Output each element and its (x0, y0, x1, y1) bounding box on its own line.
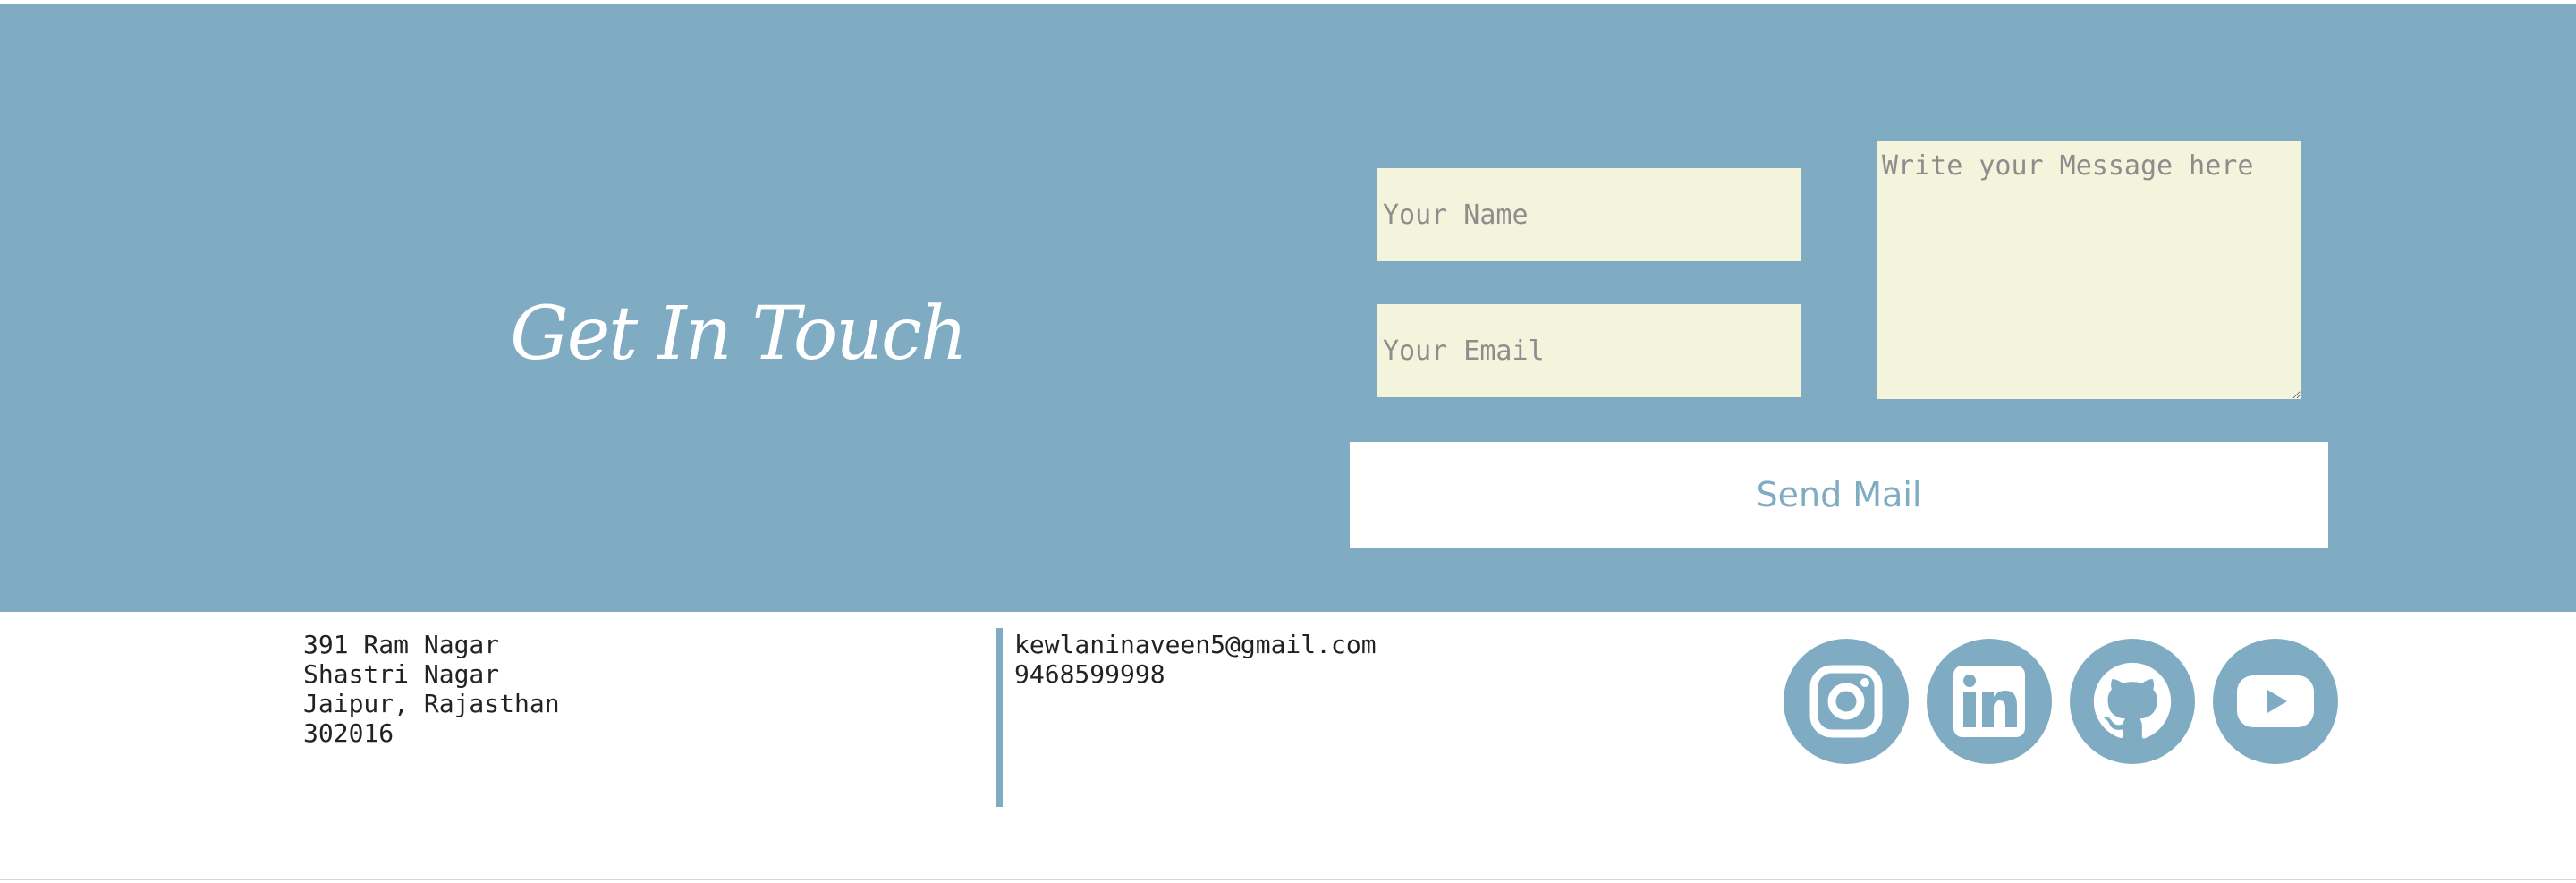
footer: 391 Ram Nagar Shastri Nagar Jaipur, Raja… (0, 612, 2576, 880)
address-line: 302016 (303, 718, 394, 748)
email-input[interactable] (1377, 304, 1801, 397)
bottom-border (0, 879, 2576, 880)
instagram-icon (1809, 665, 1883, 738)
address-line: Shastri Nagar (303, 659, 500, 689)
github-link[interactable] (2070, 639, 2195, 764)
instagram-link[interactable] (1784, 639, 1909, 764)
address-block: 391 Ram Nagar Shastri Nagar Jaipur, Raja… (303, 630, 560, 748)
youtube-link[interactable] (2213, 639, 2338, 764)
phone-text: 9468599998 (1014, 659, 1165, 689)
address-line: 391 Ram Nagar (303, 630, 500, 659)
footer-divider (996, 628, 1003, 807)
linkedin-icon (1953, 666, 2025, 737)
send-mail-button[interactable]: Send Mail (1350, 442, 2328, 548)
address-line: Jaipur, Rajasthan (303, 689, 560, 718)
linkedin-link[interactable] (1927, 639, 2052, 764)
github-icon (2093, 662, 2172, 739)
name-input[interactable] (1377, 168, 1801, 261)
message-textarea[interactable] (1877, 141, 2301, 399)
email-text: kewlaninaveen5@gmail.com (1014, 630, 1377, 659)
contact-info: kewlaninaveen5@gmail.com 9468599998 (1014, 630, 1377, 689)
contact-section: Get In Touch Send Mail (0, 4, 2576, 612)
youtube-icon (2237, 675, 2314, 727)
contact-heading: Get In Touch (510, 292, 968, 377)
